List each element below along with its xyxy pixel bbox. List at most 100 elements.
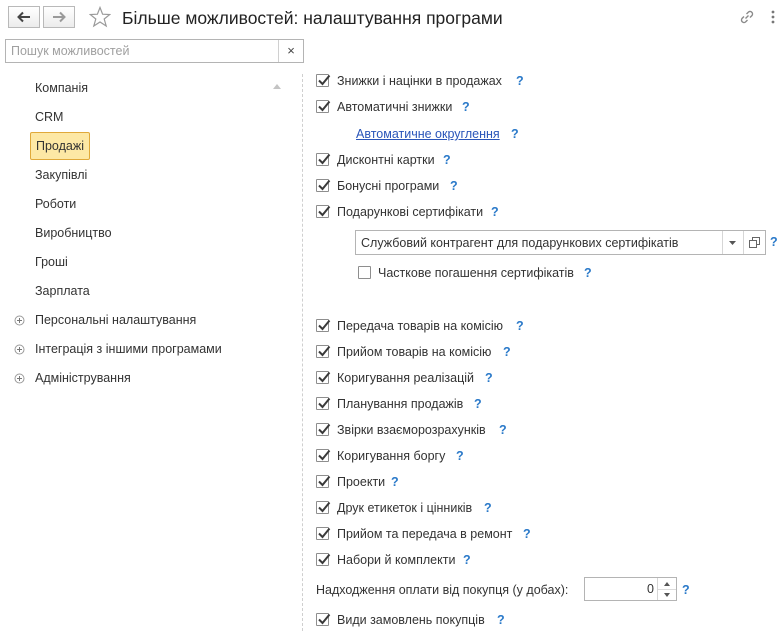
help-icon[interactable]: ?: [584, 266, 592, 280]
help-icon[interactable]: ?: [499, 423, 507, 437]
sidebar-item-company[interactable]: Компанія: [35, 81, 88, 95]
search-input[interactable]: [6, 40, 280, 62]
back-button[interactable]: [8, 6, 40, 28]
sidebar-item-purchases[interactable]: Закупівлі: [35, 168, 87, 182]
search-clear-button[interactable]: ×: [278, 40, 303, 62]
help-icon[interactable]: ?: [462, 100, 470, 114]
partial-redemption-label: Часткове погашення сертифікатів: [378, 266, 574, 280]
help-icon[interactable]: ?: [503, 345, 511, 359]
dropdown-button[interactable]: [722, 231, 743, 254]
stepper-up-icon[interactable]: [664, 582, 670, 586]
sidebar-group-administration[interactable]: Адміністрування: [35, 371, 131, 385]
chevron-down-icon: [729, 241, 736, 245]
discounts-checkbox[interactable]: [316, 74, 331, 87]
reconciliation-label: Звірки взаєморозрахунків: [337, 423, 486, 437]
checkmark-icon: [318, 553, 331, 565]
commission-receipt-checkbox[interactable]: [316, 345, 331, 358]
certificate-counterparty-value: Службовий контрагент для подарункових се…: [361, 236, 679, 250]
label-printing-checkbox[interactable]: [316, 501, 331, 514]
help-icon[interactable]: ?: [463, 553, 471, 567]
scroll-up-icon[interactable]: [273, 83, 281, 89]
discount-cards-label: Дисконтні картки: [337, 153, 435, 167]
forward-button[interactable]: [43, 6, 75, 28]
bonus-programs-checkbox[interactable]: [316, 179, 331, 192]
kits-label: Набори й комплекти: [337, 553, 456, 567]
sales-planning-checkbox[interactable]: [316, 397, 331, 410]
payment-days-value: 0: [647, 582, 654, 596]
star-icon: [88, 5, 112, 28]
help-icon[interactable]: ?: [450, 179, 458, 193]
auto-discounts-checkbox[interactable]: [316, 100, 331, 113]
open-button[interactable]: [743, 231, 765, 254]
reconciliation-checkbox[interactable]: [316, 423, 331, 436]
favorite-star-button[interactable]: [88, 5, 112, 28]
payment-days-label: Надходження оплати від покупця (у добах)…: [316, 583, 569, 597]
sales-adjustment-checkbox[interactable]: [316, 371, 331, 384]
partial-redemption-checkbox[interactable]: [358, 266, 371, 279]
help-icon[interactable]: ?: [770, 235, 778, 249]
discount-cards-checkbox[interactable]: [316, 153, 331, 166]
sidebar-group-integration[interactable]: Інтеграція з іншими програмами: [35, 342, 222, 356]
sidebar-item-crm[interactable]: CRM: [35, 110, 63, 124]
sidebar-item-works[interactable]: Роботи: [35, 197, 76, 211]
help-icon[interactable]: ?: [456, 449, 464, 463]
gift-certificates-checkbox[interactable]: [316, 205, 331, 218]
more-vertical-icon: [771, 10, 775, 24]
link-icon: [740, 10, 754, 24]
certificate-counterparty-select[interactable]: Службовий контрагент для подарункових се…: [355, 230, 766, 255]
search-box: ×: [5, 39, 304, 63]
help-icon[interactable]: ?: [682, 583, 690, 597]
sales-adjustment-label: Коригування реалізацій: [337, 371, 475, 385]
help-icon[interactable]: ?: [497, 613, 505, 627]
help-icon[interactable]: ?: [391, 475, 399, 489]
payment-days-stepper[interactable]: [657, 578, 676, 600]
order-types-checkbox[interactable]: [316, 613, 331, 626]
panel-divider: [302, 74, 303, 631]
link-button[interactable]: [738, 8, 758, 26]
sidebar-item-sales[interactable]: Продажі: [30, 132, 90, 160]
help-icon[interactable]: ?: [484, 501, 492, 515]
bonus-programs-label: Бонусні програми: [337, 179, 440, 193]
commission-transfer-label: Передача товарів на комісію: [337, 319, 503, 333]
checkmark-icon: [318, 423, 331, 435]
checkmark-icon: [318, 475, 331, 487]
sidebar-item-money[interactable]: Гроші: [35, 255, 68, 269]
commission-receipt-label: Прийом товарів на комісію: [337, 345, 492, 359]
gift-certificates-label: Подарункові сертифікати: [337, 205, 484, 219]
checkmark-icon: [318, 100, 331, 112]
kits-checkbox[interactable]: [316, 553, 331, 566]
stepper-down-icon[interactable]: [664, 593, 670, 597]
help-icon[interactable]: ?: [474, 397, 482, 411]
checkmark-icon: [318, 74, 331, 86]
payment-days-input[interactable]: 0: [584, 577, 677, 601]
checkmark-icon: [318, 371, 331, 383]
help-icon[interactable]: ?: [491, 205, 499, 219]
auto-rounding-link[interactable]: Автоматичне округлення: [356, 127, 500, 141]
sidebar-item-salary[interactable]: Зарплата: [35, 284, 90, 298]
arrow-left-icon: [17, 11, 30, 23]
help-icon[interactable]: ?: [485, 371, 493, 385]
checkmark-icon: [318, 205, 331, 217]
expand-plus-icon[interactable]: [14, 315, 25, 326]
help-icon[interactable]: ?: [511, 127, 519, 141]
checkmark-icon: [318, 319, 331, 331]
help-icon[interactable]: ?: [523, 527, 531, 541]
checkmark-icon: [318, 501, 331, 513]
debt-adjustment-checkbox[interactable]: [316, 449, 331, 462]
help-icon[interactable]: ?: [516, 319, 524, 333]
checkmark-icon: [318, 153, 331, 165]
open-window-icon: [749, 237, 760, 248]
sidebar-item-production[interactable]: Виробництво: [35, 226, 112, 240]
more-menu-button[interactable]: [768, 8, 778, 26]
expand-plus-icon[interactable]: [14, 373, 25, 384]
sidebar-group-personal[interactable]: Персональні налаштування: [35, 313, 196, 327]
help-icon[interactable]: ?: [516, 74, 524, 88]
help-icon[interactable]: ?: [443, 153, 451, 167]
debt-adjustment-label: Коригування боргу: [337, 449, 446, 463]
expand-plus-icon[interactable]: [14, 344, 25, 355]
projects-checkbox[interactable]: [316, 475, 331, 488]
auto-discounts-label: Автоматичні знижки: [337, 100, 453, 114]
checkmark-icon: [318, 345, 331, 357]
commission-transfer-checkbox[interactable]: [316, 319, 331, 332]
repair-checkbox[interactable]: [316, 527, 331, 540]
